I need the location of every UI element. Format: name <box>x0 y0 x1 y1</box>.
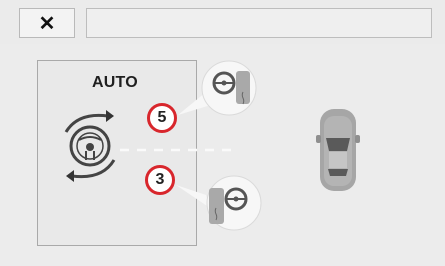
upper-position-bubble[interactable] <box>178 60 257 116</box>
car-top-view-icon <box>316 109 360 191</box>
position-number-upper: 5 <box>147 103 177 133</box>
lower-position-bubble[interactable] <box>176 175 262 231</box>
steering-position-screen: ✕ AUTO 5 3 <box>0 0 445 266</box>
position-number-lower: 3 <box>145 165 175 195</box>
steering-wheel-rotate-icon <box>64 110 116 182</box>
